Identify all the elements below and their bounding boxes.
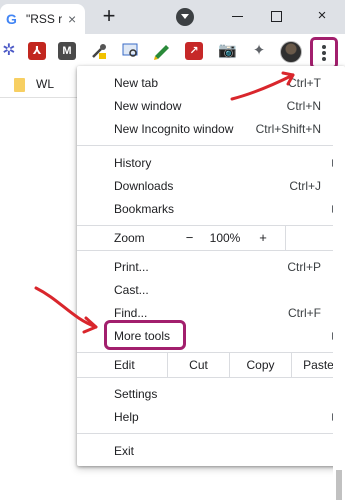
menu-item-history[interactable]: History	[77, 152, 345, 174]
edit-extension-icon[interactable]	[153, 42, 171, 60]
gear-extension-icon[interactable]: ✲	[0, 42, 18, 60]
cut-button[interactable]: Cut	[167, 353, 229, 377]
zoom-in-button[interactable]: +	[243, 226, 283, 250]
screenshot-extension-icon[interactable]	[122, 42, 140, 60]
menu-separator	[77, 377, 345, 378]
edit-label: Edit	[114, 358, 135, 372]
menu-item-label: New window	[114, 99, 182, 113]
menu-separator	[77, 145, 345, 146]
chrome-main-menu: New tab Ctrl+T New window Ctrl+N New Inc…	[77, 66, 345, 466]
menu-item-label: Settings	[114, 387, 158, 401]
menu-separator	[77, 433, 345, 434]
copy-button[interactable]: Copy	[229, 353, 291, 377]
menu-item-label: Find...	[114, 306, 148, 320]
puzzle-icon[interactable]: ✦	[250, 42, 268, 60]
menu-dot	[322, 45, 326, 49]
menu-dot	[322, 51, 326, 55]
menu-item-label: Help	[114, 410, 139, 424]
menu-item-shortcut: Ctrl+N	[286, 99, 321, 113]
page-scrollbar-thumb[interactable]	[336, 470, 342, 500]
menu-item-label: Print...	[114, 260, 149, 274]
mendeley-extension-icon[interactable]: M	[58, 42, 76, 60]
new-tab-button[interactable]: +	[96, 4, 122, 30]
maximize-button[interactable]	[256, 4, 296, 28]
menu-item-label: New Incognito window	[114, 122, 234, 136]
menu-separator	[77, 250, 345, 251]
menu-item-new-window[interactable]: New window Ctrl+N	[77, 95, 345, 117]
menu-item-downloads[interactable]: Downloads Ctrl+J	[77, 175, 345, 197]
chrome-menu-button[interactable]	[310, 37, 338, 69]
menu-item-label: Cast...	[114, 283, 149, 297]
tab-close-icon[interactable]: ×	[68, 11, 76, 27]
zoom-label: Zoom	[114, 231, 145, 245]
menu-item-settings[interactable]: Settings	[77, 383, 345, 405]
pdf-extension-icon[interactable]: ⅄	[28, 42, 46, 60]
tab-search-icon[interactable]	[176, 8, 194, 26]
google-g-icon: G	[6, 11, 17, 27]
menu-item-cast[interactable]: Cast...	[77, 279, 345, 301]
menu-item-shortcut: Ctrl+Shift+N	[255, 122, 321, 136]
profile-avatar[interactable]	[280, 41, 302, 63]
menu-item-print[interactable]: Print... Ctrl+P	[77, 256, 345, 278]
close-window-button[interactable]: ×	[302, 4, 342, 28]
camera-extension-icon[interactable]: 📷	[218, 42, 237, 60]
menu-item-new-incognito[interactable]: New Incognito window Ctrl+Shift+N	[77, 118, 345, 140]
menu-item-label: Bookmarks	[114, 202, 175, 216]
zoom-row: Zoom − 100% +	[77, 226, 345, 250]
folder-icon	[14, 78, 25, 92]
menu-item-shortcut: Ctrl+F	[288, 306, 321, 320]
minimize-button[interactable]	[218, 4, 258, 28]
menu-item-shortcut: Ctrl+J	[289, 179, 321, 193]
bookmark-item-wl[interactable]: WL	[36, 77, 54, 91]
tab-strip: G "RSS r × + ×	[0, 0, 345, 34]
browser-tab[interactable]: G "RSS r ×	[0, 4, 85, 34]
menu-item-exit[interactable]: Exit	[77, 440, 345, 462]
eyedropper-extension-icon[interactable]	[90, 42, 108, 60]
edit-row: Edit Cut Copy Paste	[77, 353, 345, 377]
tab-title: "RSS r	[26, 12, 62, 26]
menu-item-label: Exit	[114, 444, 135, 458]
menu-item-label: History	[114, 156, 152, 170]
menu-item-help[interactable]: Help	[77, 406, 345, 428]
menu-item-new-tab[interactable]: New tab Ctrl+T	[77, 72, 345, 94]
arrow-extension-icon[interactable]: ↗	[185, 42, 203, 60]
menu-item-label: New tab	[114, 76, 159, 90]
page-scrollbar-track	[333, 98, 345, 504]
menu-item-shortcut: Ctrl+T	[288, 76, 321, 90]
menu-item-bookmarks[interactable]: Bookmarks	[77, 198, 345, 220]
more-tools-highlight	[104, 320, 186, 350]
menu-item-shortcut: Ctrl+P	[287, 260, 321, 274]
menu-item-label: Downloads	[114, 179, 174, 193]
menu-dot	[322, 57, 326, 61]
